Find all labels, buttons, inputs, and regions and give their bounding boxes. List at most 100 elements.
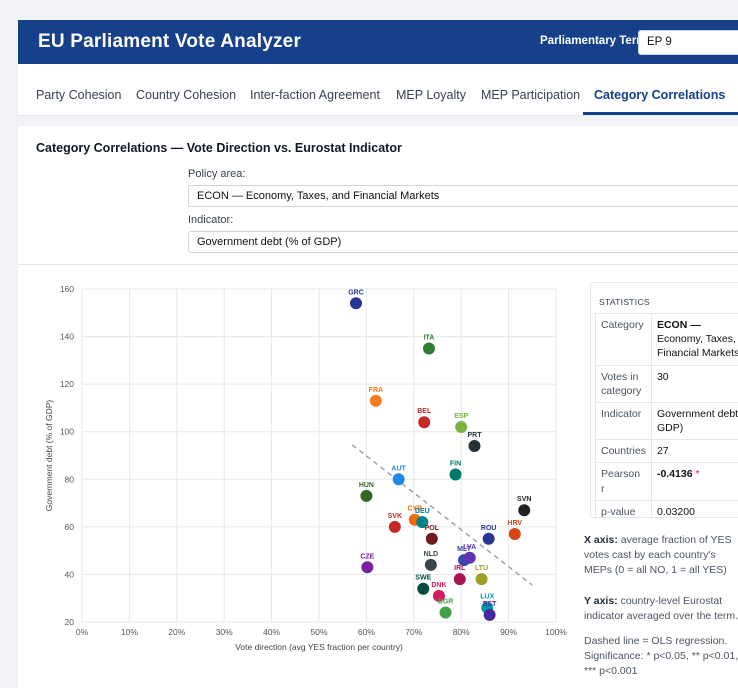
- active-tab-indicator: [583, 112, 738, 115]
- x-tick-label: 30%: [216, 627, 233, 637]
- x-tick-label: 50%: [310, 627, 327, 637]
- stat-key: Indicator: [595, 401, 652, 441]
- point-label: ROU: [481, 525, 497, 532]
- stat-key: p-value: [595, 499, 652, 517]
- tab-mep-participation[interactable]: MEP Participation: [481, 88, 580, 102]
- data-point: [360, 489, 373, 502]
- stat-row-category: Category ECON — Economy, Taxes, and Finan…: [595, 313, 738, 366]
- data-point: [453, 573, 466, 586]
- stat-value: ECON — Economy, Taxes, and Financial Mark…: [650, 313, 738, 366]
- stat-key: Countries: [595, 439, 652, 464]
- point-label: DNK: [431, 582, 446, 589]
- category-name: Economy, Taxes, and Financial Markets: [656, 333, 738, 360]
- tab-country-cohesion[interactable]: Country Cohesion: [136, 88, 236, 102]
- data-point: [369, 394, 382, 407]
- data-point: [482, 532, 495, 545]
- x-tick-label: 70%: [405, 627, 422, 637]
- app-title: EU Parliament Vote Analyzer: [38, 31, 302, 52]
- stat-row-votes: Votes in category 30: [595, 364, 738, 403]
- point-label: SVN: [517, 496, 531, 503]
- data-point: [475, 573, 488, 586]
- tab-party-cohesion[interactable]: Party Cohesion: [36, 88, 121, 102]
- point-label: FRA: [369, 387, 383, 394]
- x-tick-label: 90%: [500, 627, 517, 637]
- app-header: EU Parliament Vote Analyzer Parliamentar…: [18, 20, 738, 64]
- point-label: HUN: [359, 482, 374, 489]
- tab-inter-faction-agreement[interactable]: Inter-faction Agreement: [250, 88, 380, 102]
- point-label: BGR: [438, 598, 454, 605]
- point-label: AUT: [391, 465, 406, 472]
- y-tick-label: 60: [65, 522, 75, 532]
- data-point: [518, 504, 531, 517]
- x-tick-label: 80%: [453, 627, 470, 637]
- significance-marker: *: [695, 468, 700, 481]
- data-point: [361, 561, 374, 574]
- stat-key: Pearson r: [595, 462, 652, 501]
- point-label: LVA: [463, 544, 476, 551]
- stat-value: Government debt (% of GDP): [650, 401, 738, 441]
- point-label: EST: [483, 601, 497, 608]
- scatter-chart: 0% 10% 20% 30% 40% 50% 60% 70% 80% 90% 100% 20 40 60 8…: [44, 284, 567, 652]
- stat-value: 30: [650, 364, 738, 403]
- stat-row-countries: Countries 27: [595, 439, 738, 464]
- y-tick-label: 140: [60, 332, 74, 342]
- data-point: [422, 342, 435, 355]
- tab-category-correlations[interactable]: Category Correlations: [594, 88, 725, 102]
- stat-key: Category: [595, 313, 652, 366]
- y-tick-label: 80: [65, 474, 75, 484]
- data-point: [424, 558, 437, 571]
- point-label: CZE: [360, 553, 374, 560]
- data-point: [439, 606, 452, 619]
- stat-key: Votes in category: [595, 364, 652, 403]
- data-point: [425, 532, 438, 545]
- pearson-value: -0.4136: [656, 468, 693, 481]
- point-label: LUX: [480, 594, 494, 601]
- tab-bar: Party Cohesion Country Cohesion Inter-fa…: [18, 64, 738, 116]
- statistics-heading: STATISTICS: [599, 297, 650, 307]
- y-axis-note: Y axis: country-level Eurostat indicator…: [584, 594, 738, 624]
- data-point: [418, 416, 431, 429]
- point-label: IRL: [454, 565, 466, 572]
- x-axis-label: Vote direction (avg YES fraction per cou…: [235, 642, 403, 652]
- data-point: [463, 551, 476, 564]
- term-label: Parliamentary Term:: [540, 35, 651, 47]
- point-label: ESP: [454, 413, 468, 420]
- y-tick-label: 160: [60, 284, 74, 294]
- point-label: PRT: [467, 432, 482, 439]
- category-code: ECON —: [656, 319, 701, 331]
- data-point: [449, 468, 462, 481]
- x-tick-label: 0%: [76, 627, 89, 637]
- correlations-panel: Category Correlations — Vote Direction v…: [18, 126, 738, 688]
- point-label: POL: [425, 525, 440, 532]
- y-tick-label: 120: [60, 379, 74, 389]
- tab-mep-loyalty[interactable]: MEP Loyalty: [396, 88, 466, 102]
- stat-value: 27: [650, 439, 738, 464]
- statistics-card: STATISTICS Category ECON — Economy, Taxes…: [590, 282, 738, 518]
- data-point: [483, 608, 496, 621]
- note-bold: Y axis:: [584, 595, 618, 607]
- data-point: [468, 439, 481, 452]
- point-label: SVK: [388, 513, 402, 520]
- x-tick-label: 60%: [358, 627, 375, 637]
- data-point: [417, 582, 430, 595]
- data-point: [349, 297, 362, 310]
- term-select[interactable]: EP 9 ⌄: [638, 30, 738, 55]
- data-point: [455, 420, 468, 433]
- y-tick-label: 100: [60, 427, 74, 437]
- point-label: HRV: [507, 520, 522, 527]
- note-bold: X axis:: [584, 534, 618, 546]
- point-label: LTU: [475, 565, 488, 572]
- point-label: BEL: [417, 408, 432, 415]
- data-point: [392, 473, 405, 486]
- stat-row-pearson: Pearson r -0.4136 *: [595, 462, 738, 501]
- y-tick-label: 20: [65, 617, 75, 627]
- data-point: [508, 527, 521, 540]
- stat-value: 0.03200: [650, 499, 738, 517]
- x-tick-label: 20%: [168, 627, 185, 637]
- term-select-value: EP 9: [647, 36, 672, 48]
- regression-line: [351, 444, 533, 586]
- stat-row-pvalue: p-value 0.03200: [595, 499, 738, 517]
- x-tick-label: 40%: [263, 627, 280, 637]
- regression-note: Dashed line = OLS regression. Significan…: [584, 635, 738, 678]
- stat-value: -0.4136 *: [650, 462, 738, 501]
